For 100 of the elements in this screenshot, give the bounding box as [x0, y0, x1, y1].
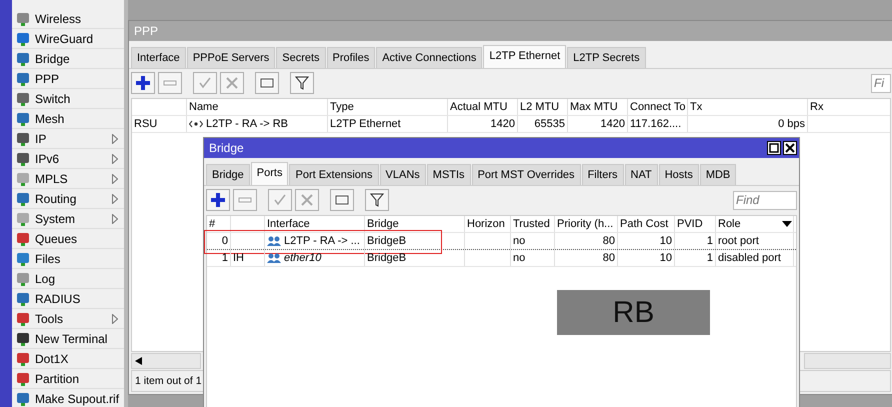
menu-item[interactable]: Wireless	[12, 9, 124, 29]
table-cell: 80	[555, 233, 618, 249]
column-header[interactable]: Actual MTU	[448, 99, 518, 115]
table-cell: 0 bps	[688, 116, 808, 132]
menu-icon	[15, 50, 31, 66]
table-cell: 0	[207, 233, 231, 249]
status-text: 1 item out of 1	[135, 375, 202, 387]
menu-icon	[15, 110, 31, 126]
menu-item[interactable]: IPv6	[12, 149, 124, 169]
menu-icon	[15, 350, 31, 366]
menu-icon	[15, 290, 31, 306]
table-cell: L2TP - RA -> RB	[187, 116, 328, 132]
add-button[interactable]	[131, 72, 155, 94]
comment-button[interactable]	[330, 189, 354, 211]
menu-item[interactable]: Log	[12, 269, 124, 289]
maximize-icon[interactable]	[767, 141, 781, 155]
table-cell: 1420	[568, 116, 628, 132]
overlay-label: RB	[557, 290, 710, 335]
tab[interactable]: NAT	[624, 164, 658, 185]
tab[interactable]: VLANs	[380, 164, 426, 185]
tab[interactable]: Hosts	[658, 164, 699, 185]
tab[interactable]: L2TP Secrets	[567, 47, 646, 68]
column-header[interactable]: Interface	[265, 216, 365, 232]
tab[interactable]: Port MST Overrides	[472, 164, 581, 185]
menu-item[interactable]: Tools	[12, 309, 124, 329]
scrollbar-track[interactable]	[804, 353, 891, 369]
horizontal-scrollbar[interactable]	[131, 353, 201, 369]
tab[interactable]: Profiles	[326, 47, 376, 68]
filter-button[interactable]	[365, 189, 389, 211]
menu-item[interactable]: Mesh	[12, 109, 124, 129]
column-header[interactable]: Horizon	[465, 216, 511, 232]
column-header[interactable]: Trusted	[511, 216, 555, 232]
tunnel-icon	[189, 120, 203, 128]
table-cell: no	[511, 233, 555, 249]
table-cell: BridgeB	[365, 250, 465, 266]
column-header[interactable]: Name	[187, 99, 328, 115]
menu-icon	[15, 170, 31, 186]
table-cell: BridgeB	[365, 233, 465, 249]
column-header[interactable]: Connect To	[628, 99, 688, 115]
table-cell: IH	[231, 250, 265, 266]
table-cell: root port	[716, 233, 794, 249]
filter-icon	[370, 193, 384, 207]
filter-icon	[295, 76, 309, 90]
menu-icon	[15, 90, 31, 106]
menu-item[interactable]: Partition	[12, 369, 124, 389]
menu-item[interactable]: System	[12, 209, 124, 229]
tab[interactable]: Port Extensions	[289, 164, 379, 185]
table-cell: disabled port	[716, 250, 794, 266]
column-header[interactable]: Type	[328, 99, 448, 115]
filter-button[interactable]	[290, 72, 314, 94]
tab[interactable]: L2TP Ethernet	[483, 45, 566, 68]
tab[interactable]: Active Connections	[376, 47, 482, 68]
tab[interactable]: Interface	[131, 47, 186, 68]
menu-icon	[15, 270, 31, 286]
column-header[interactable]: Tx	[688, 99, 808, 115]
menu-item[interactable]: Queues	[12, 229, 124, 249]
tab[interactable]: Filters	[582, 164, 624, 185]
tab[interactable]: MDB	[700, 164, 736, 185]
scroll-left-icon[interactable]	[135, 357, 142, 365]
table-cell: 10	[618, 233, 675, 249]
close-icon[interactable]	[783, 141, 797, 155]
table-cell: L2TP Ethernet	[328, 116, 448, 132]
menu-item[interactable]: IP	[12, 129, 124, 149]
column-header[interactable]: #	[207, 216, 231, 232]
column-header[interactable]: PVID	[675, 216, 716, 232]
menu-item[interactable]: PPP	[12, 69, 124, 89]
menu-icon	[15, 250, 31, 266]
column-header[interactable]: Priority (h...	[555, 216, 618, 232]
menu-item[interactable]: RADIUS	[12, 289, 124, 309]
tab[interactable]: MSTIs	[426, 164, 471, 185]
column-header[interactable]: Bridge	[365, 216, 465, 232]
menu-item[interactable]: Switch	[12, 89, 124, 109]
menu-item[interactable]: Bridge	[12, 49, 124, 69]
column-header[interactable]: Rx	[808, 99, 892, 115]
column-header[interactable]: Max MTU	[568, 99, 628, 115]
menu-item[interactable]: Routing	[12, 189, 124, 209]
dropdown-arrow-icon[interactable]	[782, 221, 792, 227]
menu-icon	[15, 210, 31, 226]
menu-icon	[15, 390, 31, 406]
column-header[interactable]: L2 MTU	[518, 99, 568, 115]
find-field[interactable]: Find	[733, 190, 797, 210]
check-icon	[199, 77, 211, 89]
tab[interactable]: Secrets	[276, 47, 326, 68]
tab[interactable]: PPPoE Servers	[186, 47, 276, 68]
comment-button[interactable]	[255, 72, 279, 94]
table-cell: 1420	[448, 116, 518, 132]
table-cell: 117.162....	[628, 116, 688, 132]
menu-item[interactable]: Dot1X	[12, 349, 124, 369]
menu-icon	[15, 130, 31, 146]
menu-item[interactable]: WireGuard	[12, 29, 124, 49]
menu-icon	[15, 150, 31, 166]
tab[interactable]: Ports	[250, 162, 288, 185]
find-field[interactable]: Fi	[871, 74, 891, 92]
tab[interactable]: Bridge	[206, 164, 250, 185]
menu-item[interactable]: New Terminal	[12, 329, 124, 349]
add-button[interactable]	[206, 189, 230, 211]
menu-item[interactable]: Files	[12, 249, 124, 269]
table-cell: 1	[675, 233, 716, 249]
menu-item[interactable]: MPLS	[12, 169, 124, 189]
column-header[interactable]: Path Cost	[618, 216, 675, 232]
